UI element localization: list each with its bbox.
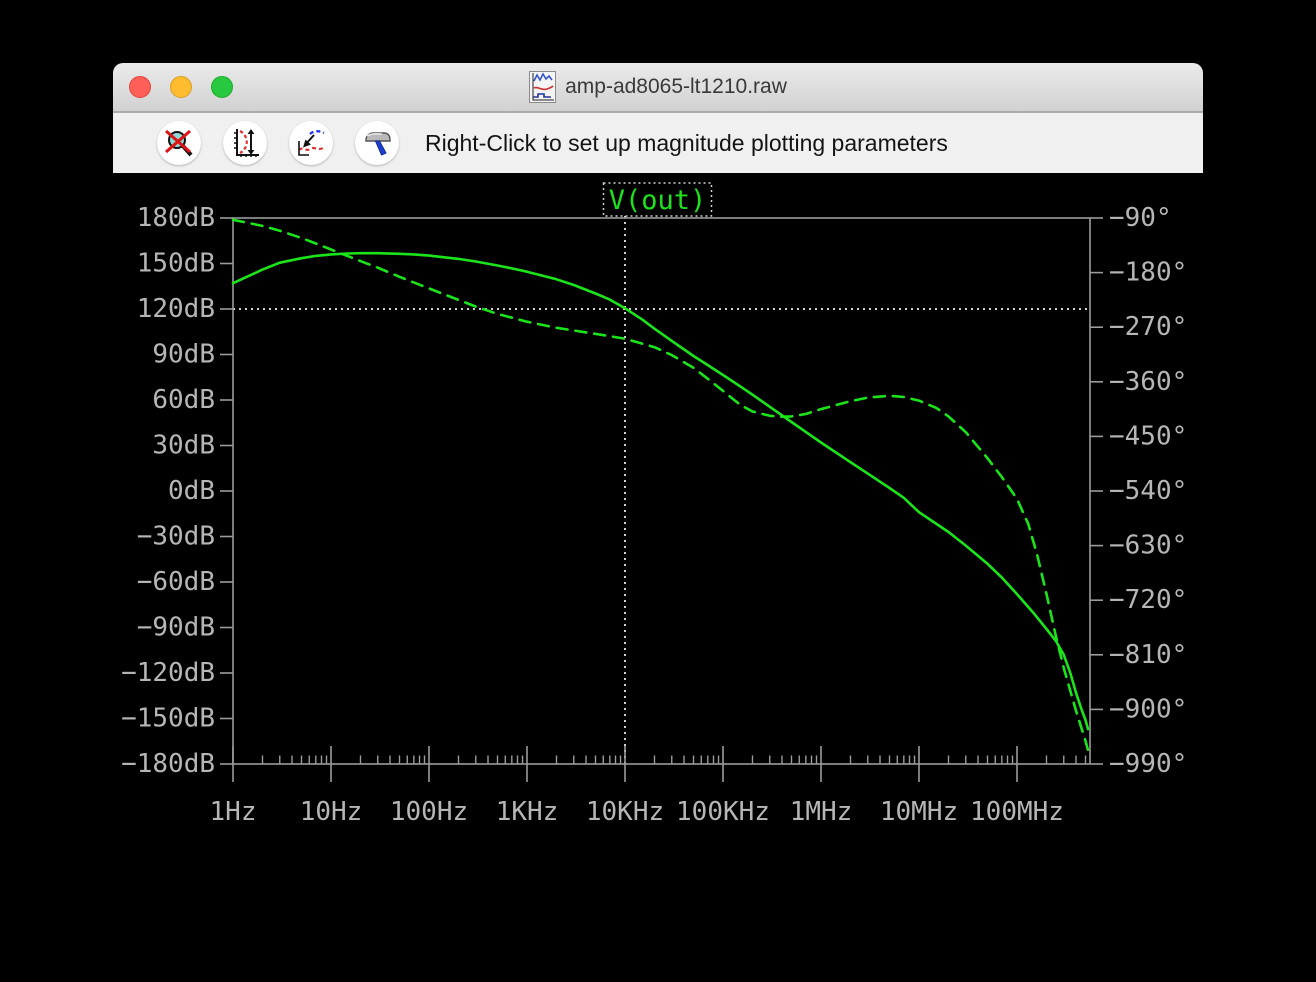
tick-label: 30dB bbox=[152, 431, 215, 461]
y-axis-right: −90° −180° −270° −360° −450° −540° −630° −720° −… bbox=[1090, 203, 1187, 779]
traffic-lights bbox=[129, 76, 233, 98]
tick-label: −180dB bbox=[121, 749, 215, 779]
waveform-document-icon bbox=[529, 71, 557, 103]
tick-label: −180° bbox=[1109, 258, 1187, 288]
x-axis: 1Hz 10Hz 100Hz 1KHz 10KHz 100KHz 1MHz 10MHz 100M… bbox=[210, 746, 1087, 827]
y-axis-left: 180dB 150dB 120dB 90dB 60dB 30dB 0dB −30dB −60dB… bbox=[121, 203, 233, 779]
zoom-to-fit-icon bbox=[298, 130, 325, 156]
tick-label: 100Hz bbox=[390, 797, 468, 827]
tick-label: 120dB bbox=[137, 294, 215, 324]
magnitude-trace bbox=[231, 251, 1090, 731]
tick-label: −360° bbox=[1109, 367, 1187, 397]
tick-label: −60dB bbox=[137, 567, 215, 597]
status-hint-text: Right-Click to set up magnitude plotting… bbox=[425, 129, 948, 156]
tick-label: −990° bbox=[1109, 749, 1187, 779]
ltspice-waveform-window: amp-ad8065-lt1210.raw Right-Click to set… bbox=[113, 63, 1203, 982]
autorange-y-button[interactable] bbox=[223, 121, 267, 165]
tick-label: 180dB bbox=[137, 203, 215, 233]
toolbar: Right-Click to set up magnitude plotting… bbox=[113, 111, 1203, 173]
zoom-back-icon bbox=[165, 129, 193, 157]
tick-label: 100KHz bbox=[676, 797, 770, 827]
tick-label: 60dB bbox=[152, 385, 215, 415]
tick-label: −450° bbox=[1109, 421, 1187, 451]
tick-label: −270° bbox=[1109, 312, 1187, 342]
tick-label: −90° bbox=[1109, 203, 1172, 233]
tick-label: 1KHz bbox=[496, 797, 559, 827]
tick-label: −150dB bbox=[121, 704, 215, 734]
window-title: amp-ad8065-lt1210.raw bbox=[565, 75, 787, 98]
tick-label: 10Hz bbox=[300, 797, 363, 827]
cursor-crosshair[interactable] bbox=[233, 216, 1090, 764]
zoom-button[interactable] bbox=[211, 76, 233, 98]
tick-label: 10MHz bbox=[880, 797, 958, 827]
tick-label: 10KHz bbox=[586, 797, 664, 827]
minimize-button[interactable] bbox=[170, 76, 192, 98]
tick-label: −720° bbox=[1109, 585, 1187, 615]
tick-label: −30dB bbox=[137, 522, 215, 552]
control-panel-hammer-icon bbox=[365, 132, 391, 156]
tick-label: −900° bbox=[1109, 694, 1187, 724]
tick-label: −810° bbox=[1109, 640, 1187, 670]
tick-label: 90dB bbox=[152, 340, 215, 370]
waveform-plot-pane[interactable]: 180dB 150dB 120dB 90dB 60dB 30dB 0dB −30dB −60dB… bbox=[113, 173, 1203, 982]
tick-label: 0dB bbox=[168, 476, 215, 506]
tick-label: 100MHz bbox=[970, 797, 1064, 827]
tick-label: −630° bbox=[1109, 531, 1187, 561]
tick-label: 1Hz bbox=[210, 797, 257, 827]
zoom-back-button[interactable] bbox=[157, 121, 201, 165]
plot-border bbox=[232, 217, 1091, 765]
waveform-plot[interactable]: 180dB 150dB 120dB 90dB 60dB 30dB 0dB −30dB −60dB… bbox=[113, 173, 1203, 982]
tick-label: 1MHz bbox=[790, 797, 853, 827]
title-bar[interactable]: amp-ad8065-lt1210.raw bbox=[113, 63, 1203, 111]
tick-label: 150dB bbox=[137, 249, 215, 279]
close-button[interactable] bbox=[129, 76, 151, 98]
trace-label-group[interactable]: V(out) bbox=[602, 182, 713, 217]
traces bbox=[231, 218, 1091, 755]
window-title-group: amp-ad8065-lt1210.raw bbox=[529, 71, 787, 103]
tick-label: −120dB bbox=[121, 658, 215, 688]
zoom-to-fit-button[interactable] bbox=[289, 121, 333, 165]
control-panel-button[interactable] bbox=[355, 121, 399, 165]
autorange-y-icon bbox=[234, 129, 259, 157]
trace-label: V(out) bbox=[609, 185, 707, 216]
tick-label: −540° bbox=[1109, 476, 1187, 506]
tick-label: −90dB bbox=[137, 613, 215, 643]
phase-trace bbox=[231, 218, 1091, 755]
